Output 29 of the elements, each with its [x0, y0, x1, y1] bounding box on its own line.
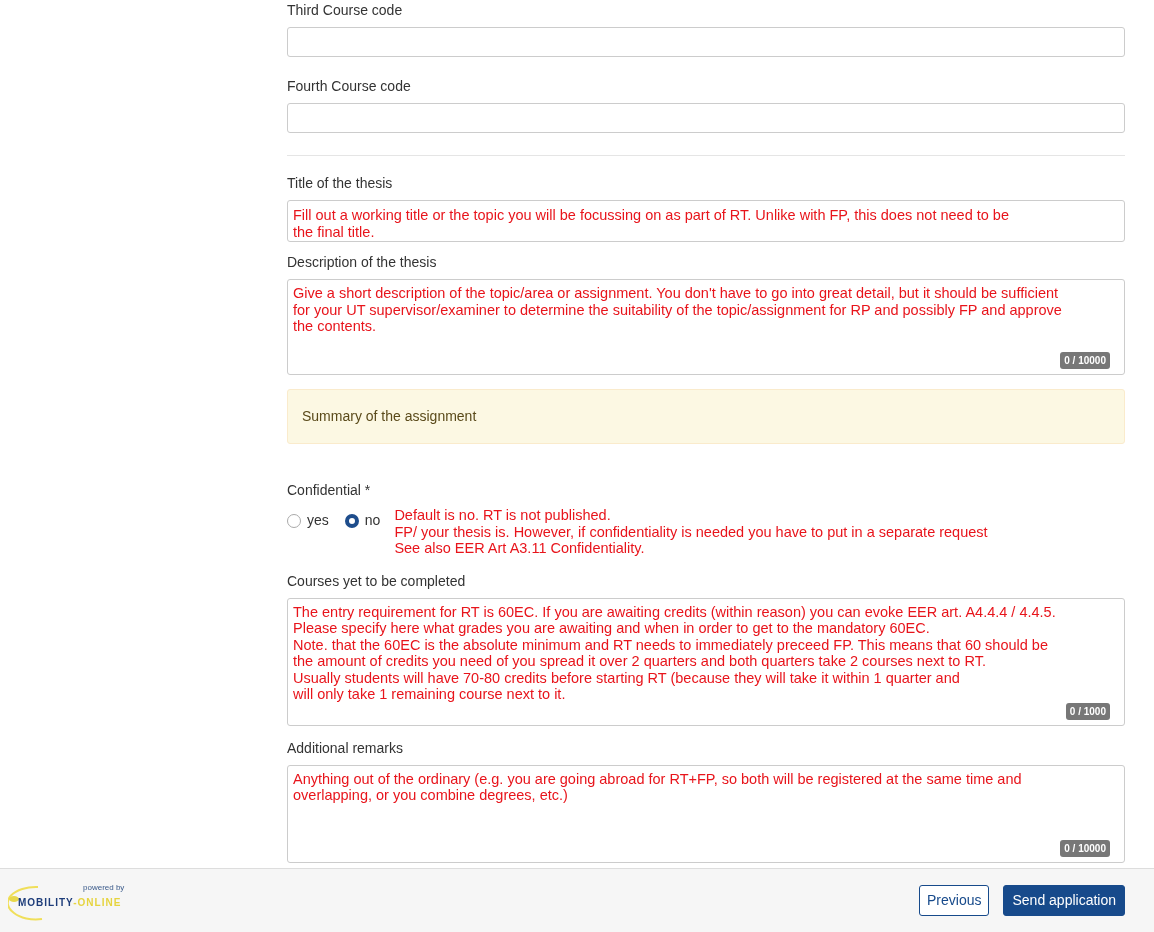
annotation-text: Give a short description of the topic/area or assignment. You don't have to go into great detail, but it should be sufficient for your UT supervisor/examiner to determine the suitability of the topic/assignment for RP and possibly FP and approve the contents. — [293, 285, 1063, 335]
annotation-text: Default is no. RT is not published. FP/ your thesis is. However, if confidentiality is needed you have to put in a separate request See also EER Art A3.11 Confidentiality. — [394, 507, 988, 557]
radio-option[interactable]: no — [344, 510, 381, 531]
mobility-online-logo: powered by MOBILITY-ONLINE — [8, 880, 128, 921]
input-field[interactable]: Fill out a working title or the topic you will be focussing on as part of RT. Unlike with FP, this does not need to be the final title. — [287, 200, 1125, 242]
input-field[interactable] — [287, 27, 1125, 57]
field-label: Courses yet to be completed — [287, 571, 466, 591]
summary-panel: Summary of the assignment — [287, 389, 1125, 444]
character-counter: 0 / 1000 — [1065, 702, 1110, 720]
field-label: Confidential * — [287, 481, 371, 500]
radio-option[interactable]: yes — [287, 510, 329, 531]
annotation-text: Fill out a working title or the topic you will be focussing on as part of RT. Unlike with FP, this does not need to be the final title. — [293, 207, 1010, 240]
textarea-field[interactable] — [287, 597, 1125, 726]
field-label: Third Course code — [287, 1, 403, 20]
radio-icon — [287, 513, 301, 528]
textarea-field[interactable] — [287, 279, 1125, 375]
character-counter: 0 / 10000 — [1060, 839, 1110, 857]
previous-button[interactable]: Previous — [919, 885, 990, 916]
field-label: Description of the thesis — [287, 253, 437, 272]
annotation-text: The entry requirement for RT is 60EC. If you are awaiting credits (within reason) you can evoke EER art. A4.4.4 / 4.4.5. Please specify here what grades you are awaiting and when in order to get to the mandatory 60EC. Note. that the 60EC is the absolute minimum and RT needs to immediately preceed FP. This means that 60 should be the amount of credits you need of you spread it over 2 quarters and both quarters take 2 courses next to RT. Usually students will have 70-80 credits before starting RT (because they will take it within 1 quarter and will only take 1 remaining course next to it. — [293, 603, 1057, 703]
field-label: Fourth Course code — [287, 77, 411, 96]
field-label: Title of the thesis — [287, 174, 393, 193]
character-counter: 0 / 10000 — [1060, 352, 1110, 369]
textarea-field[interactable]: Anything out of the ordinary (e.g. you are going abroad for RT+FP, so both will be registered at the same time and overlapping, or you combine degrees, etc.) 0 / 10000 — [287, 764, 1125, 863]
radio-selected-icon — [344, 513, 359, 528]
annotation-text: Anything out of the ordinary (e.g. you are going abroad for RT+FP, so both will be registered at the same time and overlapping, or you combine degrees, etc.) — [293, 770, 1023, 804]
input-field[interactable] — [287, 103, 1125, 133]
send-application-button[interactable]: Send application — [1003, 885, 1125, 916]
field-label: Additional remarks — [287, 738, 403, 758]
